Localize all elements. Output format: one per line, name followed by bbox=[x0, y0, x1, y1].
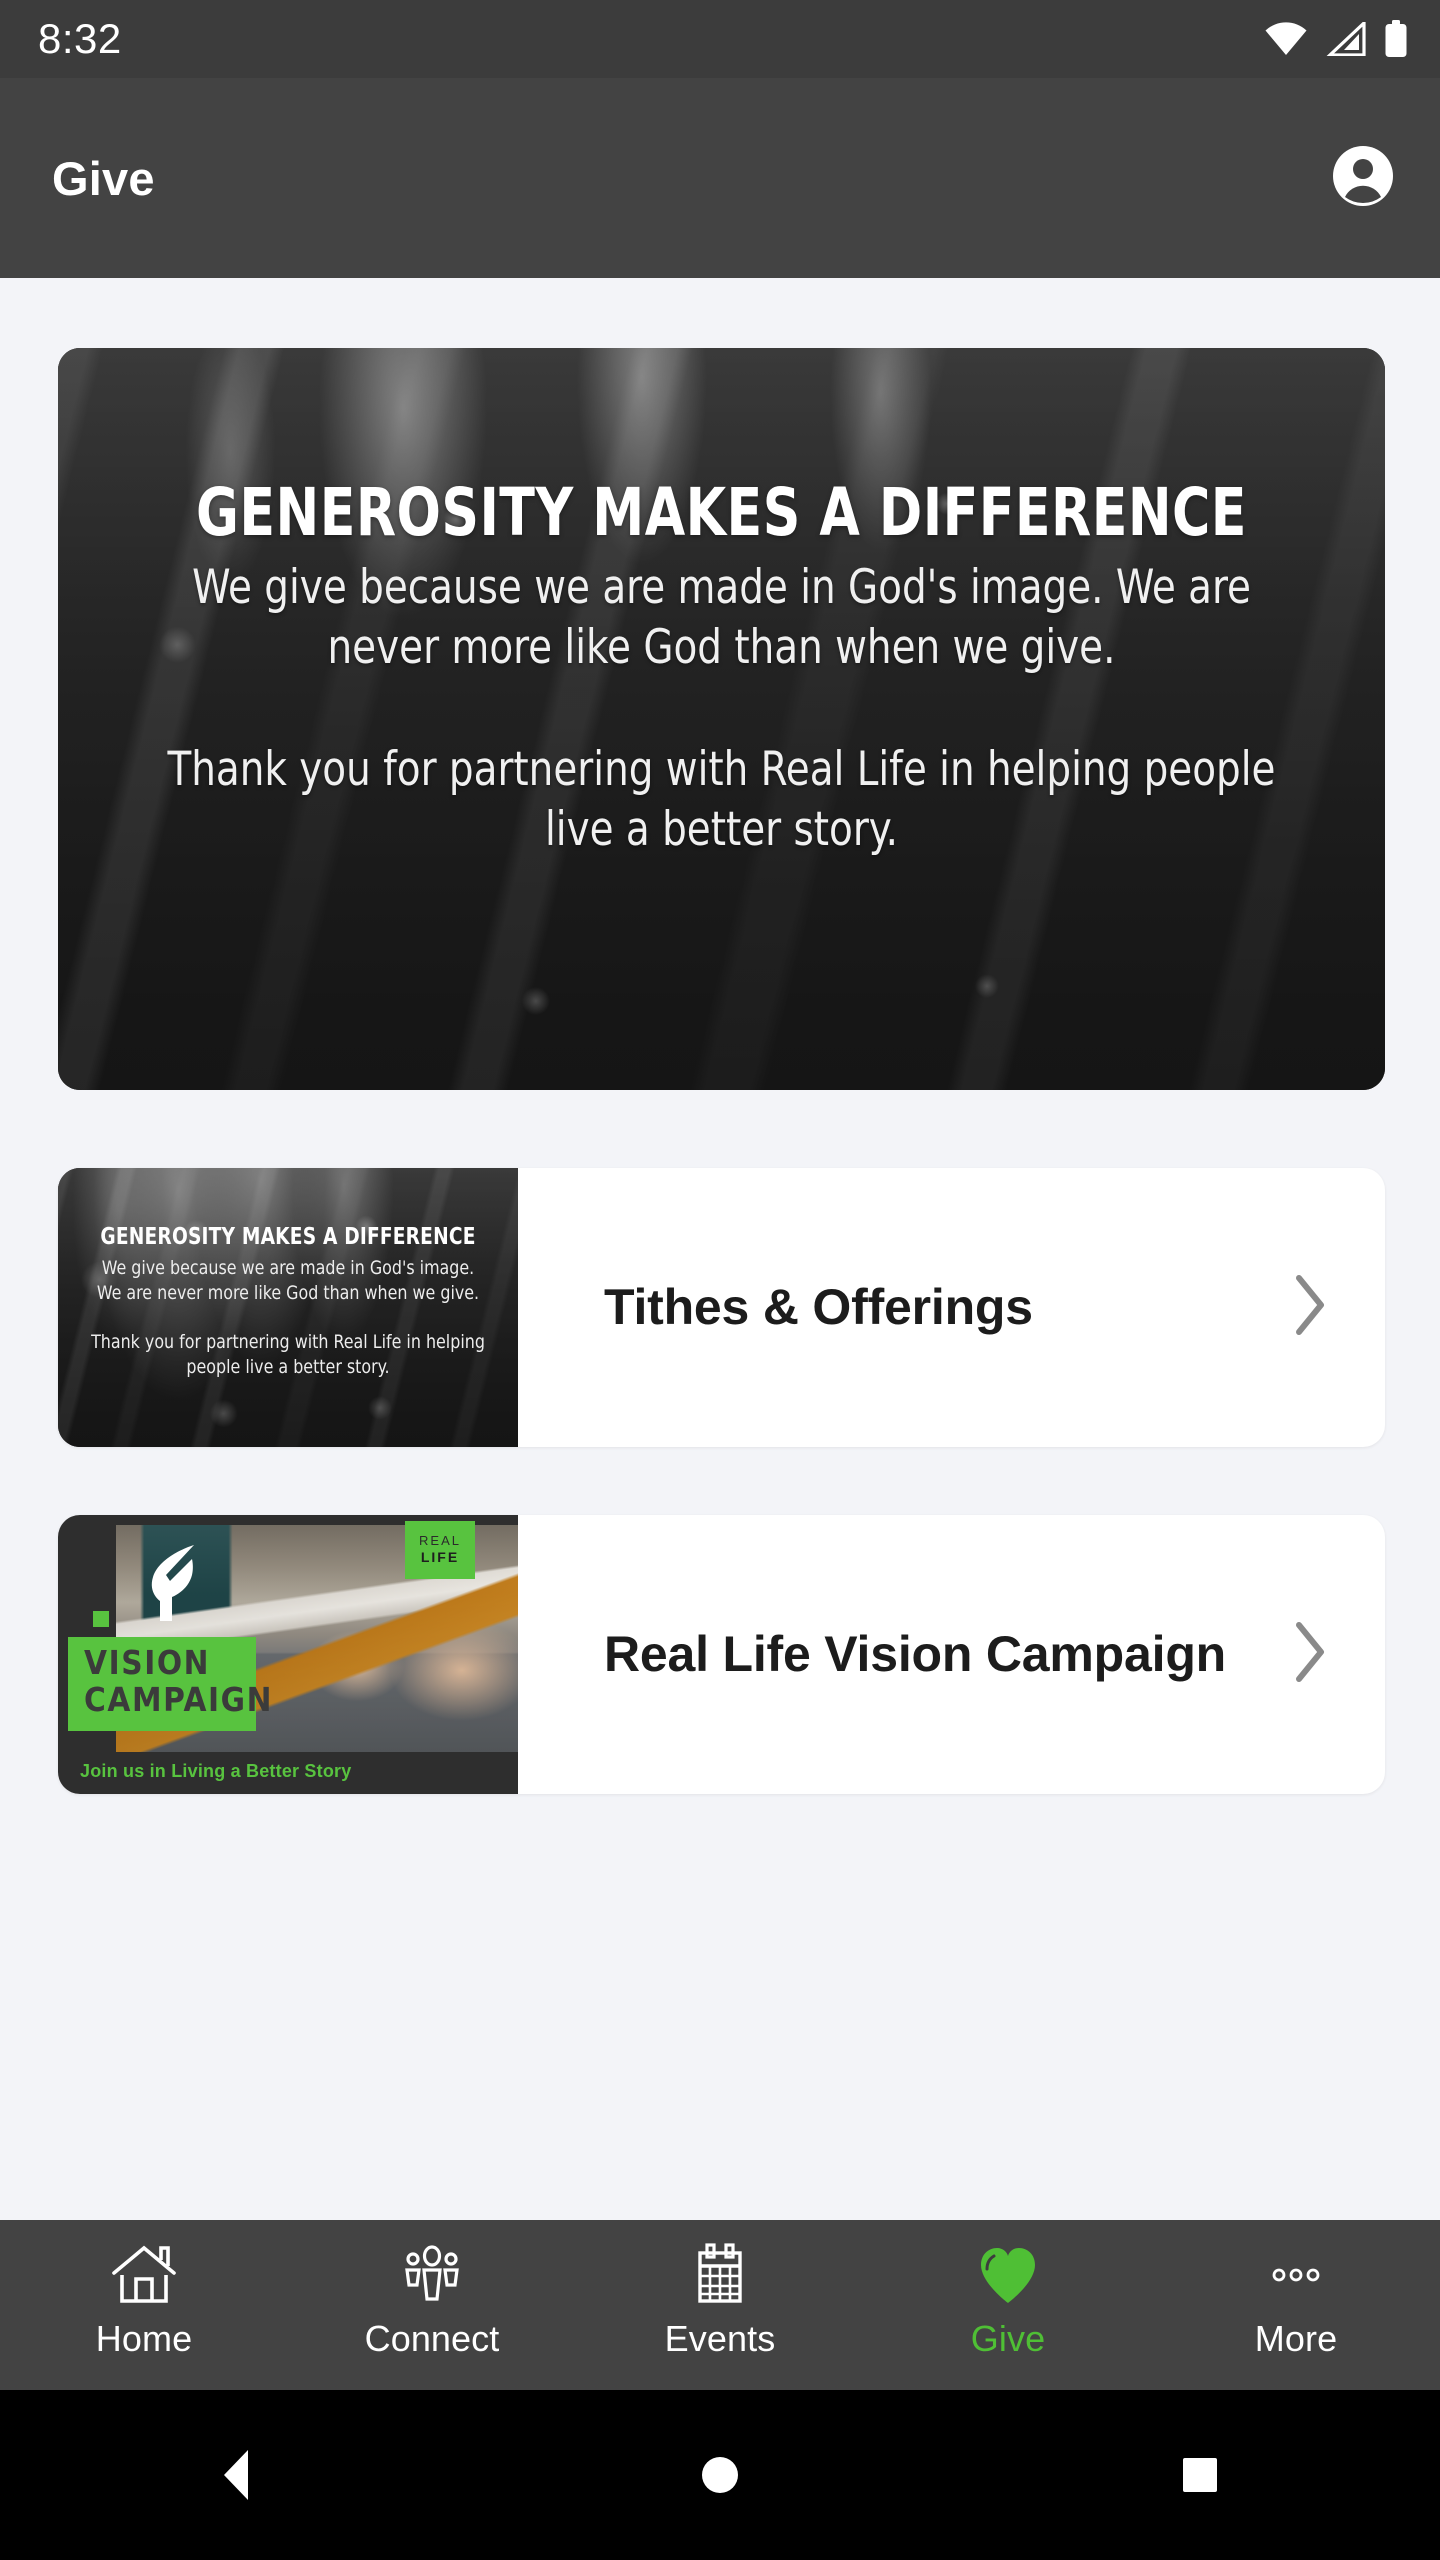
thumbnail-body: We give because we are made in God's ima… bbox=[87, 1256, 489, 1380]
hero-body: We give because we are made in God's ima… bbox=[166, 558, 1276, 861]
battery-icon bbox=[1384, 20, 1408, 58]
chevron-right-icon[interactable] bbox=[1287, 1617, 1333, 1692]
account-circle-icon[interactable] bbox=[1332, 145, 1394, 212]
green-accent-square bbox=[93, 1611, 109, 1627]
more-dots-icon bbox=[1263, 2242, 1329, 2308]
status-bar: 8:32 bbox=[0, 0, 1440, 78]
real-life-leaf-logo bbox=[132, 1537, 224, 1629]
app-screen: 8:32 Give GENEROSITY MAKES A DIFFERENCE … bbox=[0, 0, 1440, 2560]
thumbnail-text-block: GENEROSITY MAKES A DIFFERENCE We give be… bbox=[58, 1224, 518, 1380]
calendar-icon bbox=[687, 2242, 753, 2308]
give-option-vision-campaign[interactable]: REAL LIFE VISION CAMPAIGN Join us in Liv… bbox=[58, 1515, 1385, 1794]
card-body: Tithes & Offerings bbox=[518, 1168, 1385, 1447]
status-bar-icons bbox=[1264, 20, 1408, 58]
back-button[interactable] bbox=[0, 2447, 480, 2503]
thumbnail-paragraph-1: We give because we are made in God's ima… bbox=[96, 1257, 480, 1304]
give-option-tithes-offerings[interactable]: GENEROSITY MAKES A DIFFERENCE We give be… bbox=[58, 1168, 1385, 1447]
status-clock: 8:32 bbox=[38, 15, 122, 62]
scroll-content[interactable]: GENEROSITY MAKES A DIFFERENCE We give be… bbox=[0, 278, 1440, 2220]
nav-item-events[interactable]: Events bbox=[576, 2220, 864, 2390]
hero-paragraph-2: Thank you for partnering with Real Life … bbox=[167, 742, 1276, 858]
card-body: Real Life Vision Campaign bbox=[518, 1515, 1385, 1794]
wifi-icon bbox=[1264, 22, 1308, 56]
thumbnail-paragraph-2: Thank you for partnering with Real Life … bbox=[91, 1331, 485, 1379]
vision-campaign-block: VISION CAMPAIGN bbox=[68, 1637, 274, 1731]
badge-line-1: REAL bbox=[419, 1533, 461, 1549]
nav-item-give[interactable]: Give bbox=[864, 2220, 1152, 2390]
badge-line-2: LIFE bbox=[420, 1549, 460, 1566]
vision-line-2: CAMPAIGN bbox=[84, 1679, 274, 1719]
nav-label-connect: Connect bbox=[364, 2318, 500, 2359]
home-button[interactable] bbox=[480, 2447, 960, 2503]
cellular-signal-icon bbox=[1326, 22, 1366, 56]
hero-headline: GENEROSITY MAKES A DIFFERENCE bbox=[196, 474, 1247, 551]
nav-label-more: More bbox=[1254, 2318, 1338, 2359]
hero-paragraph-1: We give because we are made in God's ima… bbox=[192, 560, 1251, 676]
chevron-right-icon[interactable] bbox=[1287, 1270, 1333, 1345]
android-system-navigation bbox=[0, 2390, 1440, 2560]
hero-text-block: GENEROSITY MAKES A DIFFERENCE We give be… bbox=[58, 480, 1385, 861]
give-option-title: Real Life Vision Campaign bbox=[604, 1626, 1227, 1682]
nav-label-events: Events bbox=[664, 2318, 776, 2359]
nav-item-connect[interactable]: Connect bbox=[288, 2220, 576, 2390]
give-option-title: Tithes & Offerings bbox=[604, 1279, 1033, 1335]
vision-tagline: Join us in Living a Better Story bbox=[80, 1761, 352, 1781]
vision-line-1: VISION bbox=[84, 1643, 211, 1682]
people-icon bbox=[399, 2242, 465, 2308]
nav-label-home: Home bbox=[95, 2318, 193, 2359]
thumbnail-vision-campaign: REAL LIFE VISION CAMPAIGN Join us in Liv… bbox=[58, 1515, 518, 1794]
nav-label-give: Give bbox=[970, 2318, 1046, 2359]
nav-item-home[interactable]: Home bbox=[0, 2220, 288, 2390]
app-bar: Give bbox=[0, 78, 1440, 278]
heart-icon bbox=[975, 2242, 1041, 2308]
recents-button[interactable] bbox=[960, 2447, 1440, 2503]
home-icon bbox=[111, 2242, 177, 2308]
nav-item-more[interactable]: More bbox=[1152, 2220, 1440, 2390]
real-life-badge: REAL LIFE bbox=[405, 1521, 475, 1579]
hero-banner-card[interactable]: GENEROSITY MAKES A DIFFERENCE We give be… bbox=[58, 348, 1385, 1090]
thumbnail-headline: GENEROSITY MAKES A DIFFERENCE bbox=[100, 1224, 476, 1250]
page-title: Give bbox=[52, 151, 155, 205]
bottom-navigation-bar: Home Connect Events Give More bbox=[0, 2220, 1440, 2390]
thumbnail-worship: GENEROSITY MAKES A DIFFERENCE We give be… bbox=[58, 1168, 518, 1447]
